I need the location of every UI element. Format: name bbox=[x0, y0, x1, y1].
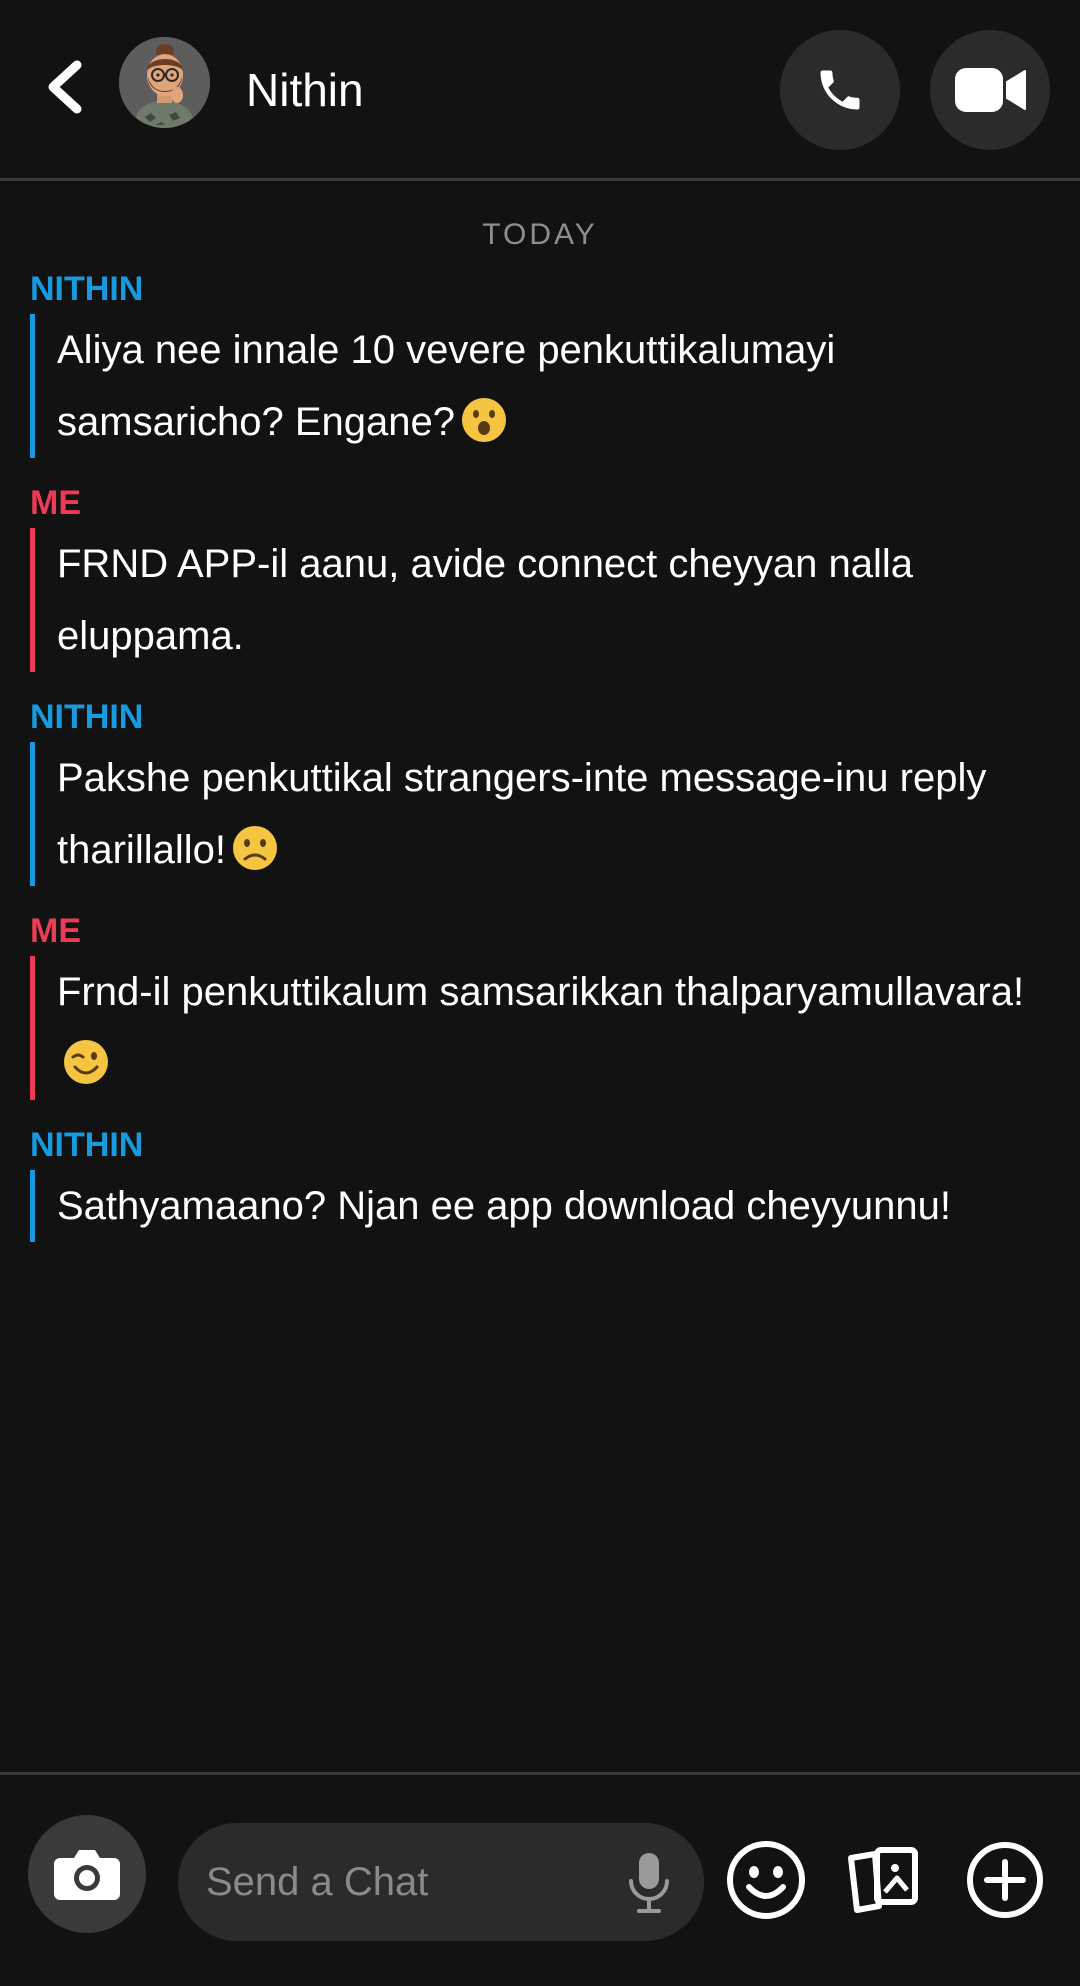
chevron-left-icon bbox=[48, 60, 82, 114]
bitmoji-avatar-icon bbox=[119, 37, 210, 128]
chat-input[interactable] bbox=[206, 1823, 606, 1941]
sender-label: ME bbox=[30, 484, 81, 522]
stickers-button[interactable] bbox=[830, 1825, 940, 1935]
message-text: Frnd-il penkuttikalum samsarikkan thalpa… bbox=[57, 970, 1025, 1014]
chat-input-container bbox=[178, 1823, 704, 1941]
back-button[interactable] bbox=[30, 52, 100, 122]
message-group: ME Frnd-il penkuttikalum samsarikkan tha… bbox=[30, 904, 1060, 1100]
video-call-button[interactable] bbox=[930, 30, 1050, 150]
video-camera-icon bbox=[955, 68, 1026, 112]
message-group: NITHIN Sathyamaano? Njan ee app download… bbox=[30, 1118, 1060, 1242]
message[interactable]: Frnd-il penkuttikalum samsarikkan thalpa… bbox=[30, 956, 1060, 1100]
message[interactable]: Sathyamaano? Njan ee app download cheyyu… bbox=[30, 1170, 1060, 1242]
sender-label: NITHIN bbox=[30, 270, 144, 308]
avatar[interactable] bbox=[119, 37, 210, 128]
phone-icon bbox=[820, 70, 860, 110]
chat-header: Nithin bbox=[0, 0, 1080, 181]
camera-button[interactable] bbox=[28, 1815, 146, 1933]
message-text: Aliya nee innale 10 vevere penkuttikalum… bbox=[57, 328, 836, 444]
composer-bar bbox=[0, 1772, 1080, 1986]
plus-circle-icon bbox=[967, 1842, 1043, 1918]
message-group: NITHIN Aliya nee innale 10 vevere penkut… bbox=[30, 262, 1060, 458]
camera-icon bbox=[54, 1850, 120, 1900]
microphone-icon bbox=[629, 1853, 669, 1913]
voice-call-button[interactable] bbox=[780, 30, 900, 150]
message-text: Sathyamaano? Njan ee app download cheyyu… bbox=[57, 1184, 951, 1228]
contact-name[interactable]: Nithin bbox=[246, 62, 364, 118]
message-text: Pakshe penkuttikal strangers-inte messag… bbox=[57, 756, 987, 872]
sender-label: NITHIN bbox=[30, 698, 144, 736]
chat-screen: Nithin TODAY NITHIN Aliya nee innale 10 … bbox=[0, 0, 1080, 1986]
message[interactable]: Pakshe penkuttikal strangers-inte messag… bbox=[30, 742, 1060, 886]
astonished-face-icon bbox=[462, 398, 507, 442]
more-button[interactable] bbox=[950, 1825, 1060, 1935]
sender-label: NITHIN bbox=[30, 1126, 144, 1164]
emoji-button[interactable] bbox=[711, 1825, 821, 1935]
message-group: ME FRND APP-il aanu, avide connect cheyy… bbox=[30, 476, 1060, 672]
day-separator: TODAY bbox=[482, 218, 598, 251]
slightly-frowning-face-icon bbox=[232, 826, 277, 870]
message[interactable]: Aliya nee innale 10 vevere penkuttikalum… bbox=[30, 314, 1060, 458]
stickers-icon bbox=[848, 1847, 918, 1913]
message-thread: NITHIN Aliya nee innale 10 vevere penkut… bbox=[30, 262, 1060, 1260]
microphone-button[interactable] bbox=[624, 1851, 674, 1915]
message-group: NITHIN Pakshe penkuttikal strangers-inte… bbox=[30, 690, 1060, 886]
winking-face-icon bbox=[64, 1040, 108, 1084]
message[interactable]: FRND APP-il aanu, avide connect cheyyan … bbox=[30, 528, 1060, 672]
message-text: FRND APP-il aanu, avide connect cheyyan … bbox=[57, 542, 914, 658]
sender-label: ME bbox=[30, 912, 81, 950]
smiley-icon bbox=[727, 1841, 805, 1919]
